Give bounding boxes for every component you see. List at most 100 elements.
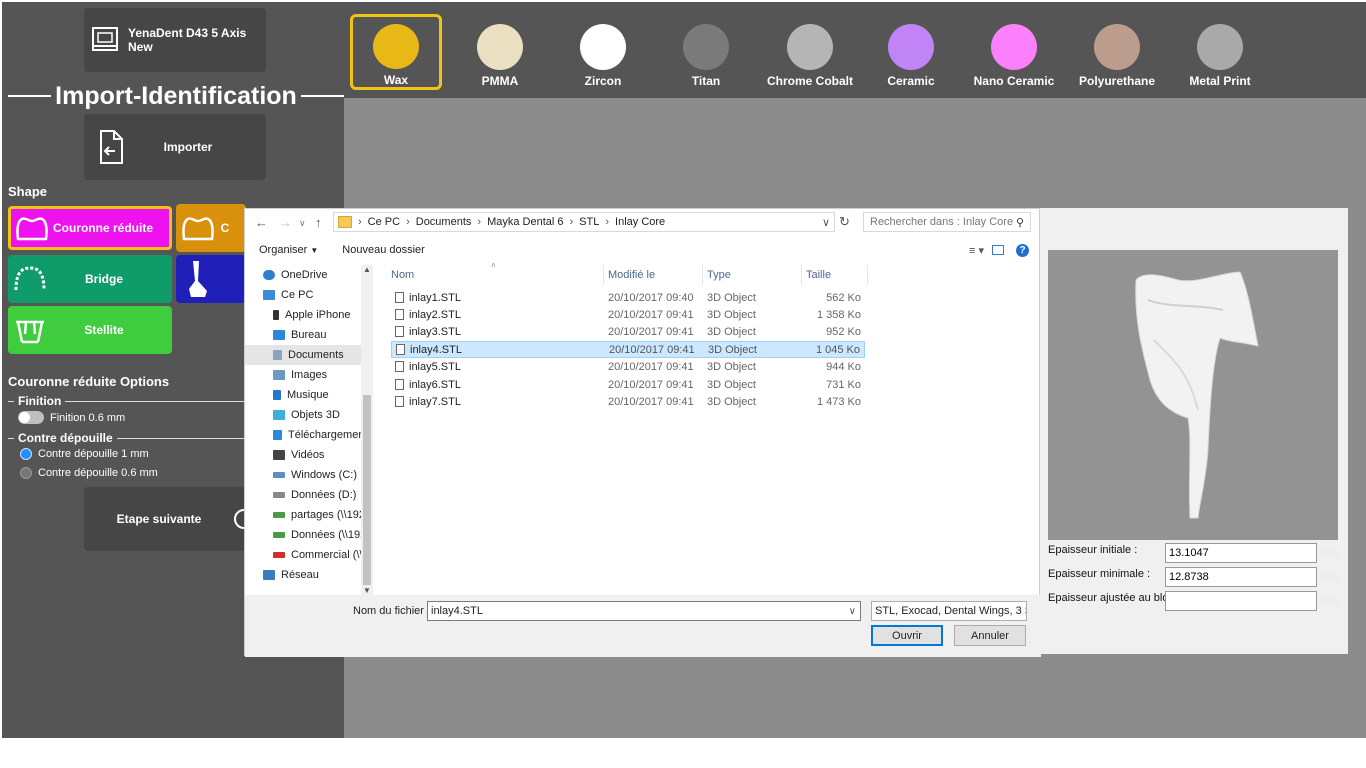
- dialog-command-bar: Organiser ▼ Nouveau dossier ≡ ▾ ?: [245, 239, 1041, 261]
- unit-label: mm: [1320, 571, 1339, 583]
- tree-item-donnees-d[interactable]: Données (D:): [245, 485, 373, 505]
- tree-item-onedrive[interactable]: OneDrive: [245, 265, 373, 285]
- material-swatch: [1094, 24, 1140, 70]
- tree-item-partages[interactable]: partages (\\192.: [245, 505, 373, 525]
- sort-up-icon: ˄: [491, 261, 496, 270]
- breadcrumb[interactable]: › Ce PC › Documents › Mayka Dental 6 › STL ›…: [333, 212, 835, 232]
- forward-arrow-icon[interactable]: →: [279, 215, 292, 230]
- breadcrumb-inlay-core[interactable]: Inlay Core: [615, 216, 665, 228]
- breadcrumb-documents[interactable]: Documents: [416, 216, 472, 228]
- shape-inlay-core-button[interactable]: [176, 255, 246, 303]
- shape-couronne-reduite-button[interactable]: Couronne réduite: [8, 206, 172, 250]
- crown-outline-icon: [176, 213, 220, 243]
- material-ceramic[interactable]: Ceramic: [865, 14, 957, 90]
- shape-stellite-button[interactable]: Stellite: [8, 306, 172, 354]
- material-polyurethane[interactable]: Polyurethane: [1071, 14, 1163, 90]
- unit-label: mm: [1320, 595, 1339, 607]
- file-row[interactable]: inlay2.STL 20/10/2017 09:41 3D Object 1 …: [391, 306, 865, 323]
- path-dropdown-icon[interactable]: ∨: [822, 216, 830, 229]
- organiser-button[interactable]: Organiser ▼: [259, 244, 318, 256]
- scrollbar-thumb[interactable]: [363, 395, 371, 585]
- search-input[interactable]: Rechercher dans : Inlay Core ⚲: [863, 212, 1031, 232]
- column-header-type[interactable]: Type: [707, 265, 731, 285]
- open-button[interactable]: Ouvrir: [871, 625, 943, 646]
- tree-item-commercial[interactable]: Commercial (\\1: [245, 545, 373, 565]
- desktop-icon: [273, 330, 285, 340]
- toggle-switch[interactable]: [18, 411, 44, 424]
- tree-item-telechargement[interactable]: Téléchargement: [245, 425, 373, 445]
- tree-item-donnees-network[interactable]: Données (\\192.: [245, 525, 373, 545]
- search-icon: ⚲: [1015, 216, 1024, 229]
- shape-bridge-button[interactable]: Bridge: [8, 255, 172, 303]
- filetype-select[interactable]: STL, Exocad, Dental Wings, 3 Sh ∨: [871, 601, 1027, 621]
- material-pmma[interactable]: PMMA: [454, 14, 546, 90]
- tree-scrollbar[interactable]: ▲ ▼: [361, 265, 373, 595]
- epaisseur-initiale-label: Epaisseur initiale :: [1048, 544, 1138, 556]
- column-header-taille[interactable]: Taille: [806, 265, 831, 285]
- finition-toggle[interactable]: Finition 0.6 mm: [18, 411, 125, 424]
- breadcrumb-mayka[interactable]: Mayka Dental 6: [487, 216, 563, 228]
- tree-item-documents[interactable]: Documents: [245, 345, 373, 365]
- file-row[interactable]: inlay5.STL 20/10/2017 09:41 3D Object 94…: [391, 358, 865, 375]
- import-button[interactable]: Importer: [84, 114, 266, 180]
- material-nano-ceramic[interactable]: Nano Ceramic: [968, 14, 1060, 90]
- crown-icon: [11, 213, 53, 243]
- tree-item-objets-3d[interactable]: Objets 3D: [245, 405, 373, 425]
- filename-input[interactable]: inlay4.STL ∨: [427, 601, 861, 621]
- machine-button[interactable]: YenaDent D43 5 Axis New: [84, 8, 266, 72]
- file-row[interactable]: inlay6.STL 20/10/2017 09:41 3D Object 73…: [391, 376, 865, 393]
- bridge-icon: [8, 264, 52, 294]
- cloud-icon: [263, 270, 275, 280]
- radio-contre-depouille-06mm[interactable]: Contre dépouille 0.6 mm: [20, 467, 158, 479]
- material-swatch: [683, 24, 729, 70]
- radio-unselected-icon[interactable]: [20, 467, 32, 479]
- new-folder-button[interactable]: Nouveau dossier: [342, 244, 425, 256]
- next-step-button[interactable]: Etape suivante: [84, 487, 254, 551]
- shape-label: Shape: [8, 184, 48, 199]
- refresh-icon[interactable]: ↻: [839, 214, 850, 230]
- tree-item-bureau[interactable]: Bureau: [245, 325, 373, 345]
- material-swatch: [373, 24, 419, 69]
- tree-item-musique[interactable]: Musique: [245, 385, 373, 405]
- material-metal-print[interactable]: Metal Print: [1174, 14, 1266, 90]
- cancel-button[interactable]: Annuler: [954, 625, 1026, 646]
- help-icon[interactable]: ?: [1016, 243, 1029, 257]
- drive-icon: [273, 492, 285, 498]
- tree-item-videos[interactable]: Vidéos: [245, 445, 373, 465]
- back-arrow-icon[interactable]: ←: [255, 215, 268, 230]
- material-zircon[interactable]: Zircon: [557, 14, 649, 90]
- material-wax[interactable]: Wax: [350, 14, 442, 90]
- tree-item-reseau[interactable]: Réseau: [245, 565, 373, 585]
- column-header-nom[interactable]: Nom: [391, 265, 414, 285]
- file-row[interactable]: inlay1.STL 20/10/2017 09:40 3D Object 56…: [391, 289, 865, 306]
- stl-file-icon: [395, 379, 404, 390]
- tree-item-windows-c[interactable]: Windows (C:): [245, 465, 373, 485]
- recent-dropdown-icon[interactable]: ∨: [299, 218, 306, 229]
- radio-selected-icon[interactable]: [20, 448, 32, 460]
- file-row[interactable]: inlay3.STL 20/10/2017 09:41 3D Object 95…: [391, 323, 865, 340]
- view-options-icon[interactable]: ≡ ▾: [969, 244, 984, 257]
- tree-item-ce-pc[interactable]: Ce PC: [245, 285, 373, 305]
- tree-item-apple-iphone[interactable]: Apple iPhone: [245, 305, 373, 325]
- epaisseur-minimale-input[interactable]: 12.8738: [1165, 567, 1317, 587]
- scroll-down-icon[interactable]: ▼: [363, 586, 371, 595]
- scroll-up-icon[interactable]: ▲: [363, 265, 371, 274]
- file-row-selected[interactable]: inlay4.STL 20/10/2017 09:41 3D Object 1 …: [391, 341, 865, 358]
- tree-item-images[interactable]: Images: [245, 365, 373, 385]
- breadcrumb-stl[interactable]: STL: [579, 216, 599, 228]
- material-chrome-cobalt[interactable]: Chrome Cobalt: [763, 14, 857, 90]
- epaisseur-bloc-input[interactable]: [1165, 591, 1317, 611]
- inlay-3d-preview: [1048, 250, 1338, 540]
- material-titan[interactable]: Titan: [660, 14, 752, 90]
- preview-pane-icon[interactable]: [992, 245, 1004, 255]
- filename-label: Nom du fichier :: [353, 605, 431, 617]
- up-arrow-icon[interactable]: ↑: [315, 215, 322, 230]
- shape-couronne-button[interactable]: C: [176, 204, 246, 252]
- column-header-modifie[interactable]: Modifié le: [608, 265, 655, 285]
- material-swatch: [888, 24, 934, 70]
- file-row[interactable]: inlay7.STL 20/10/2017 09:41 3D Object 1 …: [391, 393, 865, 410]
- radio-contre-depouille-1mm[interactable]: Contre dépouille 1 mm: [20, 448, 149, 460]
- epaisseur-initiale-input[interactable]: 13.1047: [1165, 543, 1317, 563]
- breadcrumb-ce-pc[interactable]: Ce PC: [368, 216, 400, 228]
- chevron-down-icon[interactable]: ∨: [849, 606, 856, 617]
